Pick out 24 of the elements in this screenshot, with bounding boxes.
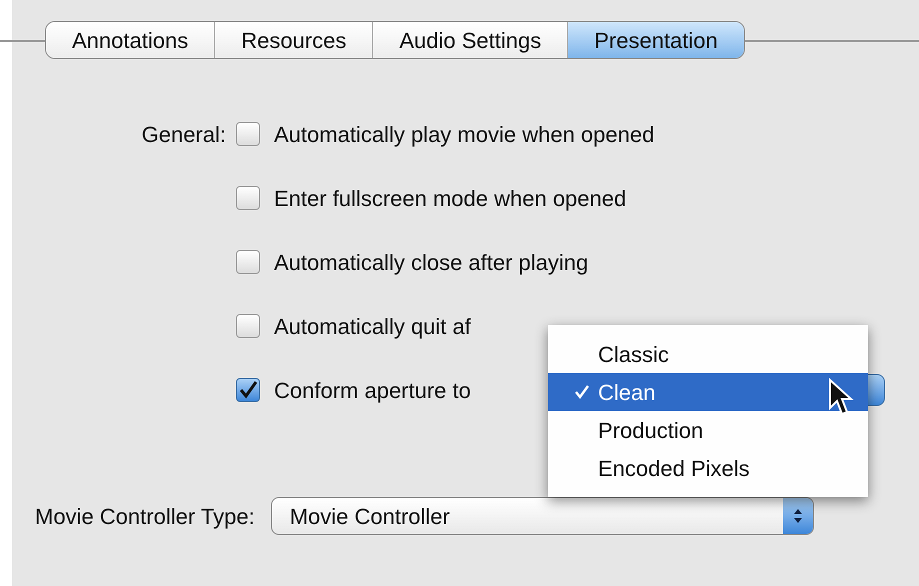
option-label: Automatically close after playing xyxy=(274,248,588,277)
menu-item[interactable]: Clean xyxy=(548,373,868,411)
checkbox[interactable] xyxy=(236,122,260,146)
controller-type-select[interactable]: Movie Controller xyxy=(270,497,814,535)
menu-item[interactable]: Production xyxy=(548,411,868,449)
stepper-icon xyxy=(792,507,803,525)
menu-item[interactable]: Classic xyxy=(548,335,868,373)
tab[interactable]: Annotations xyxy=(46,22,214,58)
option-label: Conform aperture to xyxy=(274,376,471,405)
checkbox[interactable] xyxy=(236,186,260,210)
checkbox[interactable] xyxy=(236,314,260,338)
menu-item[interactable]: Encoded Pixels xyxy=(548,449,868,487)
checkmark-icon xyxy=(238,380,258,400)
tab[interactable]: Resources xyxy=(214,22,372,58)
checkbox[interactable] xyxy=(236,250,260,274)
controller-type-label: Movie Controller Type: xyxy=(35,502,255,531)
option-label: Enter fullscreen mode when opened xyxy=(274,184,626,213)
general-label: General: xyxy=(142,120,226,148)
checkbox[interactable] xyxy=(236,378,260,402)
option-label: Automatically play movie when opened xyxy=(274,120,654,149)
tab[interactable]: Presentation xyxy=(567,22,744,58)
checkmark-icon xyxy=(574,384,590,400)
option-label: Automatically quit af xyxy=(274,312,471,341)
tab[interactable]: Audio Settings xyxy=(372,22,568,58)
